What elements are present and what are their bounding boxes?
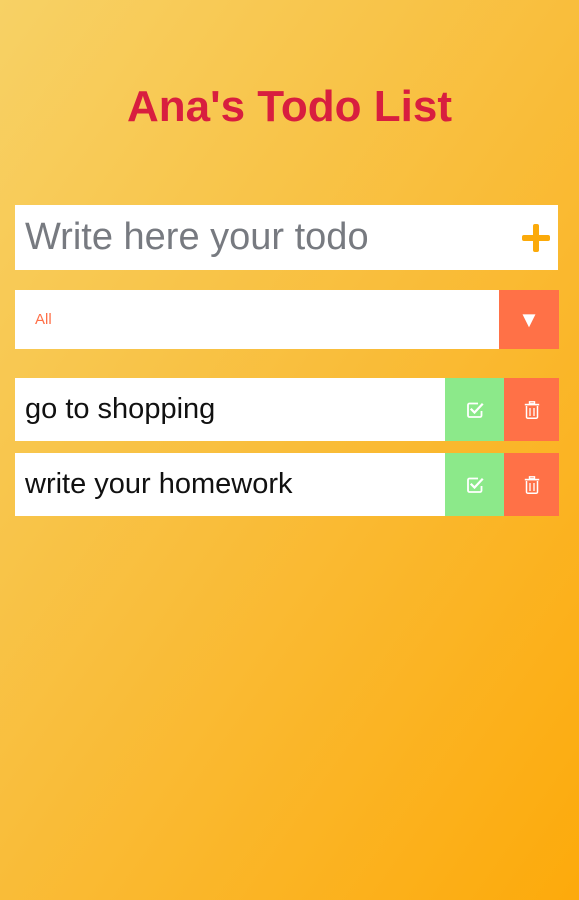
delete-button[interactable] [504, 378, 559, 441]
filter-selected-value: All [35, 311, 52, 328]
complete-button[interactable] [445, 378, 504, 441]
page-title: Ana's Todo List [127, 82, 452, 131]
delete-button[interactable] [504, 453, 559, 516]
check-square-icon [466, 401, 484, 419]
todo-form [15, 205, 558, 270]
todo-item: go to shopping [15, 378, 559, 441]
trash-icon [524, 475, 540, 494]
todo-text: write your homework [25, 468, 293, 500]
todo-list: go to shopping write your homework [15, 378, 559, 528]
complete-button[interactable] [445, 453, 504, 516]
todo-input[interactable] [15, 205, 514, 270]
caret-down-icon: ▼ [518, 306, 540, 332]
todo-text: go to shopping [25, 393, 216, 425]
check-square-icon [466, 476, 484, 494]
filter-dropdown-button[interactable]: ▼ [499, 290, 559, 349]
add-todo-button[interactable] [514, 205, 558, 270]
filter-select[interactable]: All ▼ [15, 290, 559, 349]
plus-icon [520, 222, 552, 254]
trash-icon [524, 400, 540, 419]
todo-item: write your homework [15, 453, 559, 516]
